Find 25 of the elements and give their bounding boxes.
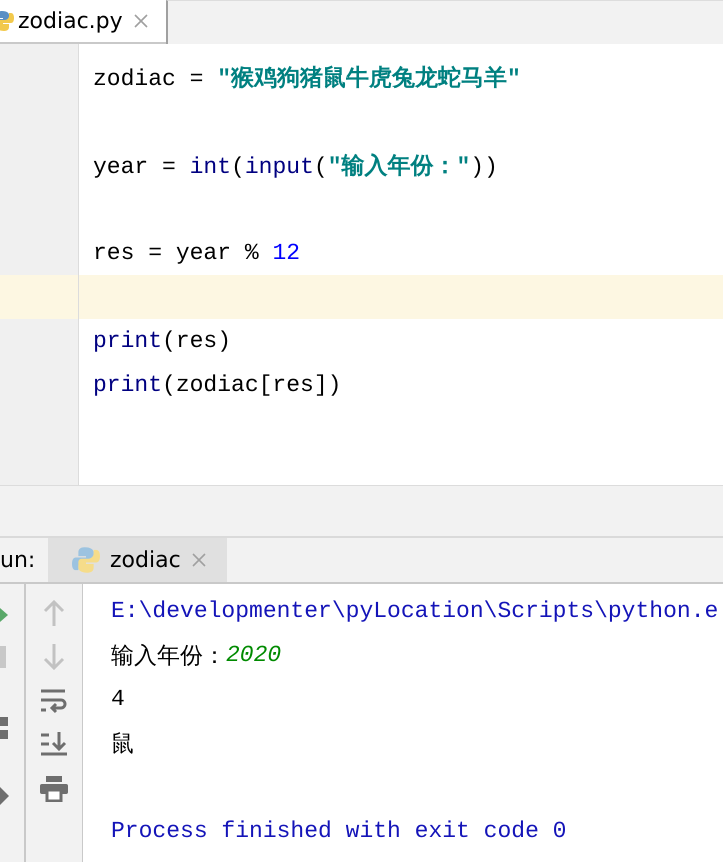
pin-icon[interactable] <box>0 787 9 805</box>
console-line: E:\developmenter\pyLocation\Scripts\python.e <box>111 597 720 626</box>
file-tab[interactable]: zodiac.py <box>0 0 166 42</box>
scroll-to-end-icon[interactable] <box>41 732 67 758</box>
console-line: 4 <box>111 685 126 714</box>
console-line: 输入年份：2020 <box>111 641 282 672</box>
code-line: print(res) <box>93 328 232 354</box>
up-arrow-icon[interactable] <box>42 600 66 626</box>
close-icon[interactable] <box>132 13 149 29</box>
code-line: res = year % 12 <box>93 240 300 266</box>
code-line: year = int(input("输入年份：")) <box>93 152 498 180</box>
soft-wrap-icon[interactable] <box>41 688 67 714</box>
file-tab-label: zodiac.py <box>18 8 123 34</box>
down-arrow-icon[interactable] <box>42 644 66 670</box>
rerun-icon[interactable] <box>0 608 8 622</box>
run-label: un: <box>0 548 36 572</box>
code-line: zodiac = "猴鸡狗猪鼠牛虎兔龙蛇马羊" <box>93 64 521 92</box>
python-icon <box>72 546 100 574</box>
console-line: Process finished with exit code 0 <box>111 817 568 846</box>
print-icon[interactable] <box>40 776 68 802</box>
close-icon[interactable] <box>190 552 207 568</box>
code-line: print(zodiac[res]) <box>93 372 342 398</box>
console-line: 鼠 <box>111 730 135 760</box>
run-tab[interactable]: zodiac <box>48 538 227 582</box>
layout-icon[interactable] <box>0 717 8 739</box>
